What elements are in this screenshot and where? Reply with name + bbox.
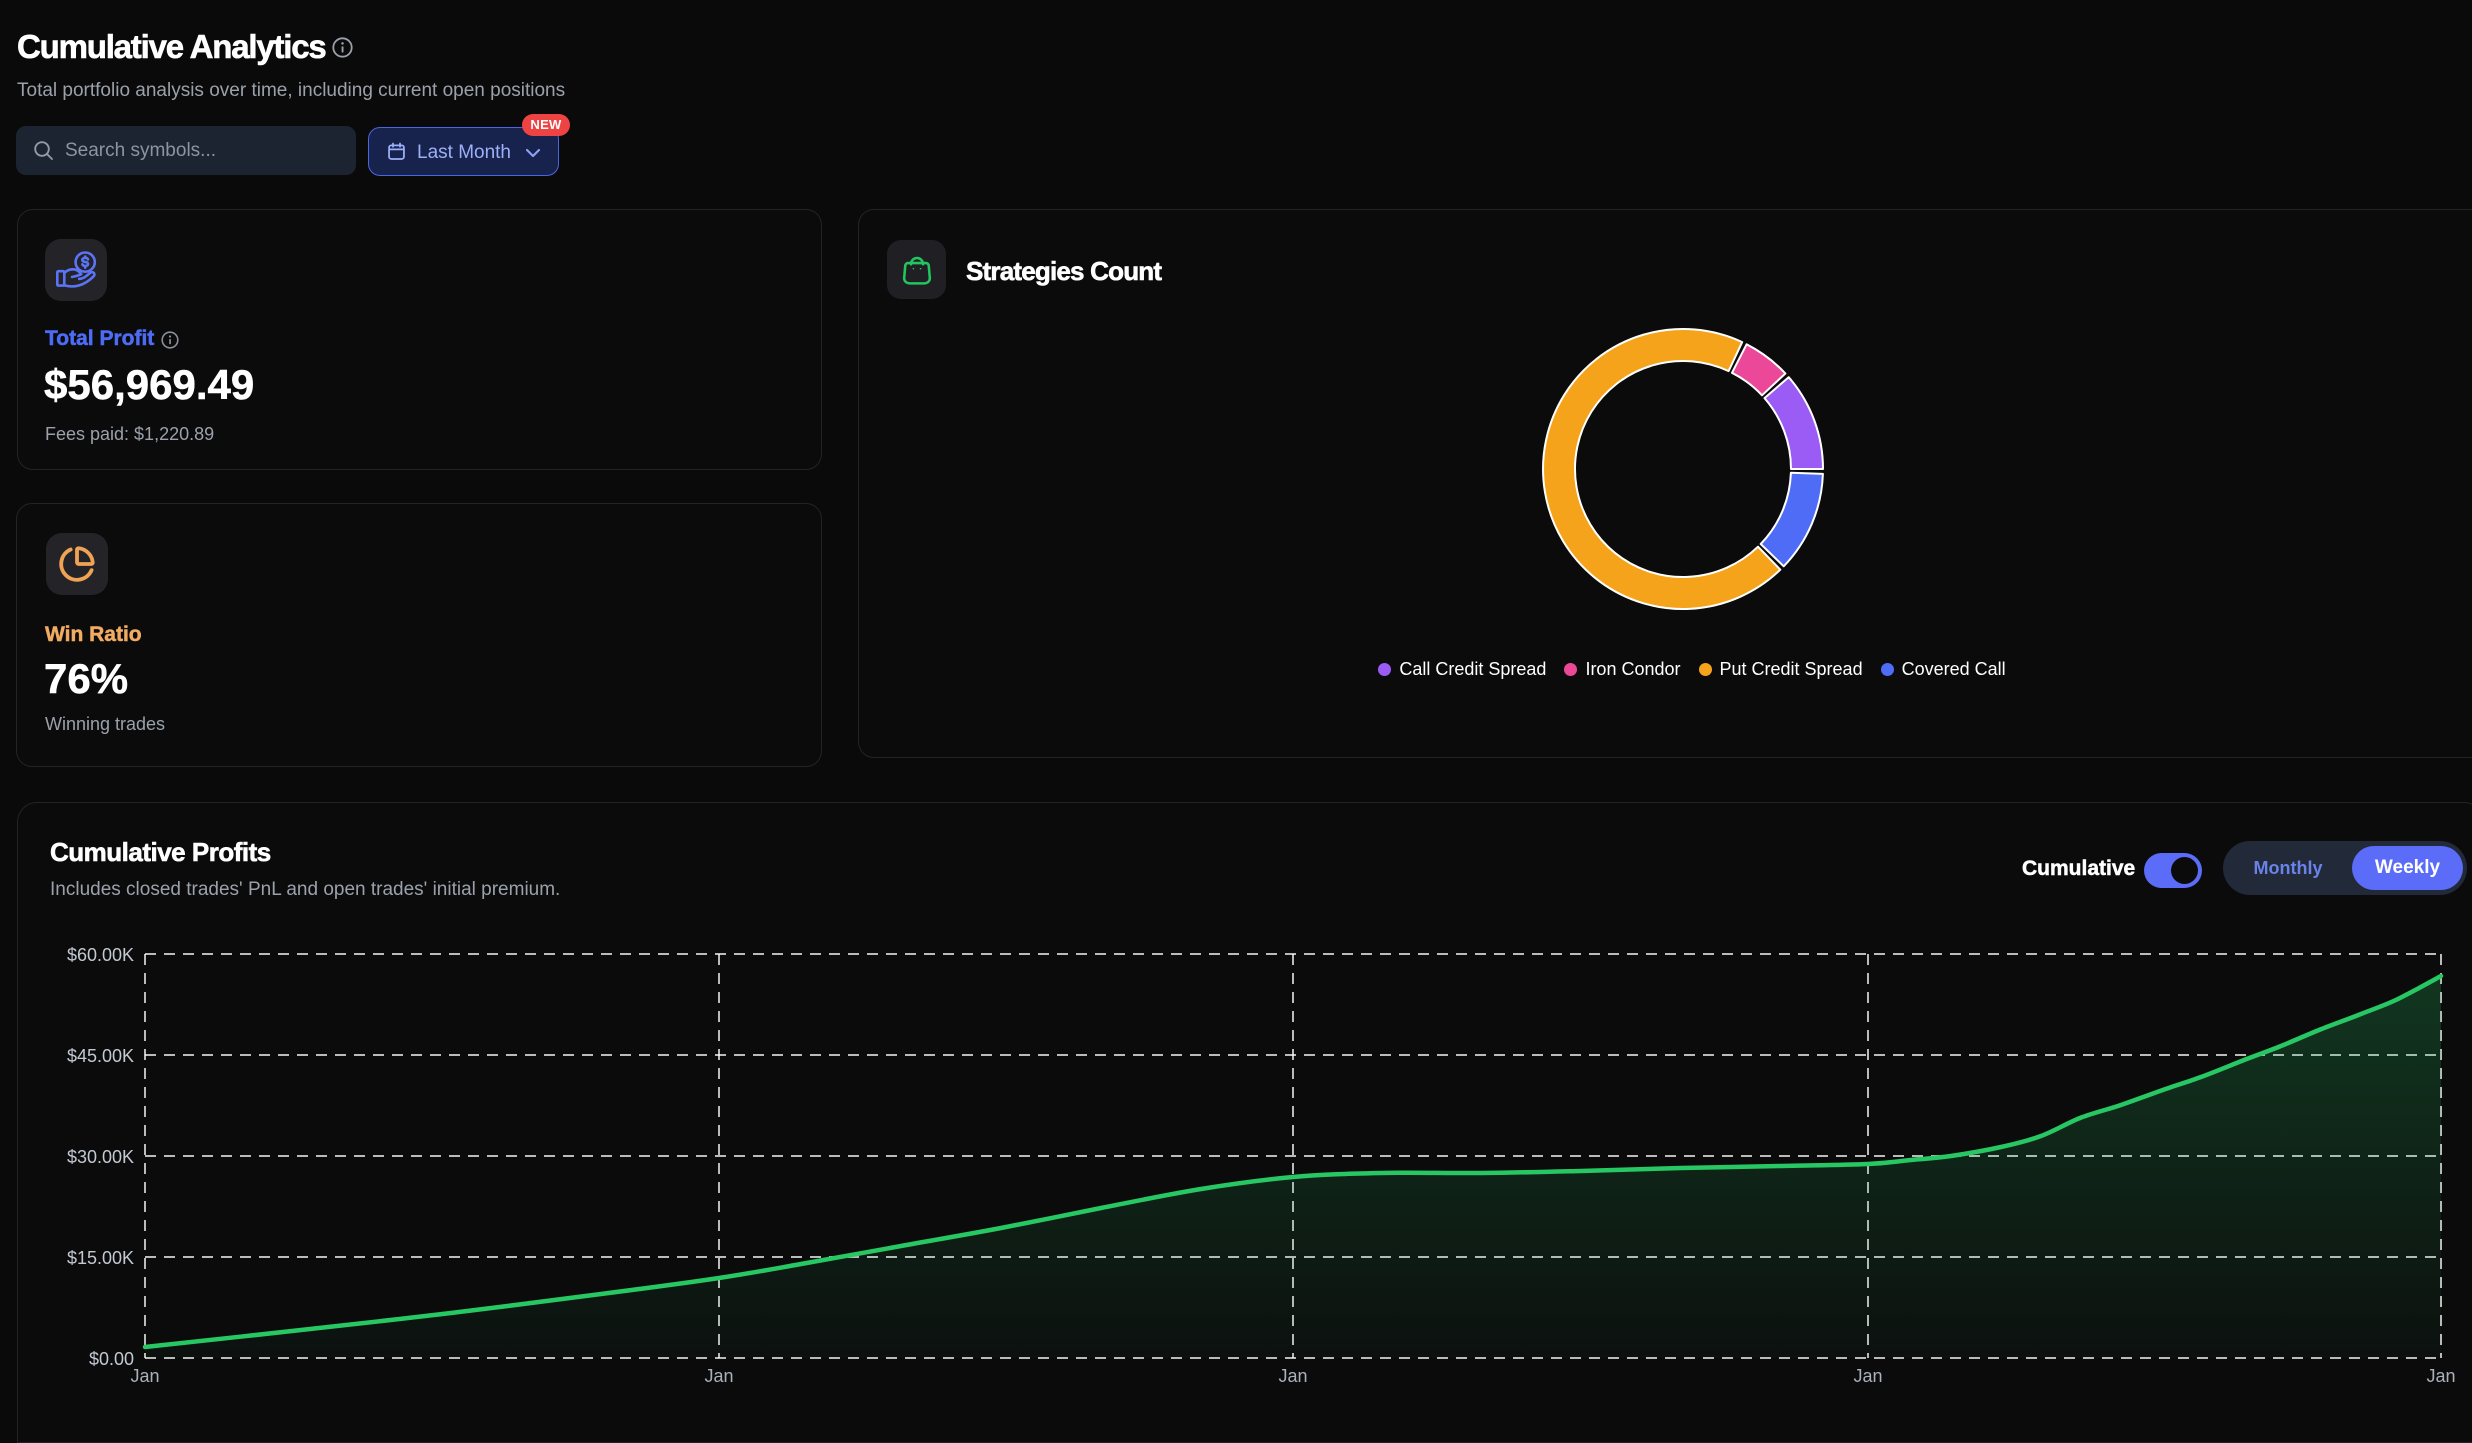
- svg-text:Jan: Jan: [1278, 1366, 1307, 1386]
- svg-text:$60.00K: $60.00K: [67, 945, 134, 965]
- svg-text:Jan: Jan: [1853, 1366, 1882, 1386]
- svg-text:$30.00K: $30.00K: [67, 1147, 134, 1167]
- svg-text:$15.00K: $15.00K: [67, 1248, 134, 1268]
- svg-text:Jan: Jan: [2426, 1366, 2455, 1386]
- svg-text:$0.00: $0.00: [89, 1349, 134, 1369]
- svg-text:Jan: Jan: [704, 1366, 733, 1386]
- svg-text:Jan: Jan: [130, 1366, 159, 1386]
- svg-text:$45.00K: $45.00K: [67, 1046, 134, 1066]
